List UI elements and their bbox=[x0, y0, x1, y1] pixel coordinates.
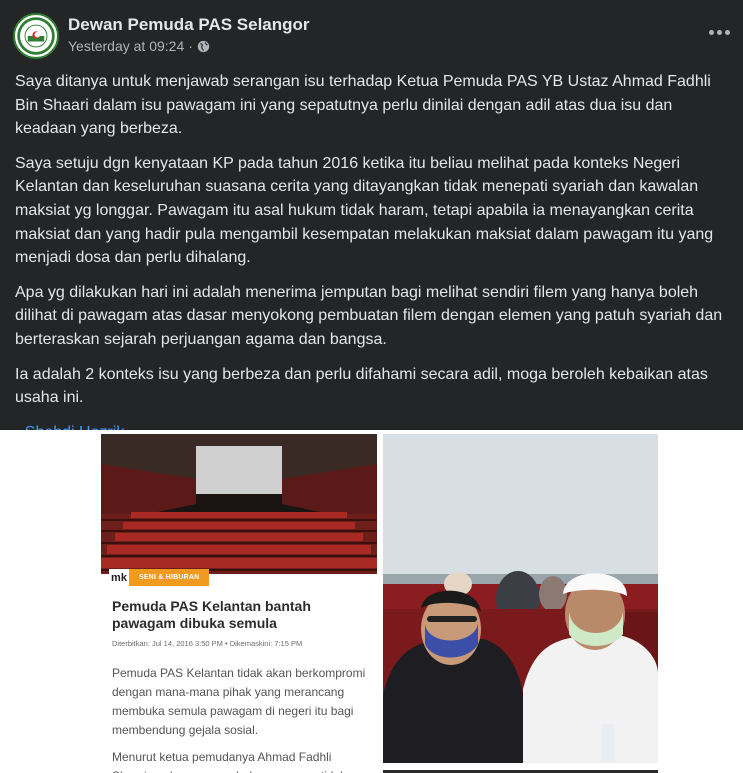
article-title: Pemuda PAS Kelantan bantah pawagam dibuk… bbox=[112, 598, 311, 631]
article-paragraph: Pemuda PAS Kelantan tidak akan berkompro… bbox=[112, 666, 366, 737]
page-name[interactable]: Dewan Pemuda PAS Selangor bbox=[68, 15, 310, 35]
post-body: Saya ditanya untuk menjawab serangan isu… bbox=[15, 70, 737, 455]
post-meta: Yesterday at 09:24 · bbox=[68, 38, 210, 54]
post-paragraph: Ia adalah 2 konteks isu yang berbeza dan… bbox=[15, 365, 708, 407]
facebook-post: Dewan Pemuda PAS Selangor Yesterday at 0… bbox=[0, 0, 743, 441]
party-logo-icon bbox=[16, 16, 56, 56]
post-paragraph: Saya setuju dgn kenyataan KP pada tahun … bbox=[15, 154, 714, 267]
category-badge: SENI & HIBURAN bbox=[129, 569, 210, 586]
post-paragraph: Saya ditanya untuk menjawab serangan isu… bbox=[15, 73, 711, 138]
article-tagline: mk SENI & HIBURAN bbox=[109, 569, 210, 586]
post-paragraph: Apa yg dilakukan hari ini adalah menerim… bbox=[15, 283, 723, 348]
site-logo: mk bbox=[109, 569, 129, 586]
globe-icon[interactable] bbox=[197, 40, 210, 53]
post-media: mk SENI & HIBURAN Pemuda PAS Kelantan ba… bbox=[0, 430, 743, 773]
article-screenshot[interactable]: mk SENI & HIBURAN Pemuda PAS Kelantan ba… bbox=[101, 434, 377, 773]
page-avatar[interactable] bbox=[13, 13, 59, 59]
article-date: Diterbitkan: Jul 14, 2016 3:50 PM • Dike… bbox=[112, 639, 303, 648]
post-timestamp[interactable]: Yesterday at 09:24 bbox=[68, 38, 184, 54]
meta-separator: · bbox=[188, 38, 193, 54]
cinema-photo bbox=[101, 434, 377, 574]
article-paragraph: Menurut ketua pemudanya Ahmad Fadhli Sha… bbox=[112, 750, 346, 773]
more-options-icon[interactable] bbox=[705, 20, 733, 44]
cinema-audience-photo[interactable] bbox=[383, 434, 658, 763]
